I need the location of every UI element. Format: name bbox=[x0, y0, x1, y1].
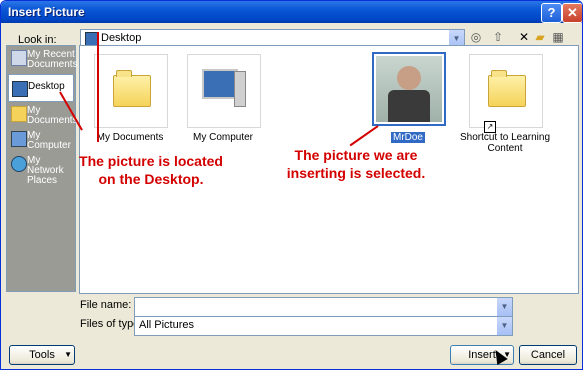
dialog-title: Insert Picture bbox=[8, 5, 85, 19]
file-name-input[interactable]: ▼ bbox=[134, 297, 513, 317]
views-icon[interactable]: ▦ bbox=[551, 30, 565, 44]
annotation-selected: The picture we are inserting is selected… bbox=[286, 147, 426, 181]
computer-icon bbox=[202, 69, 238, 99]
annotation-line bbox=[97, 32, 99, 142]
chevron-down-icon: ▼ bbox=[64, 350, 72, 359]
place-label: Desktop bbox=[28, 81, 65, 92]
person-head bbox=[397, 66, 421, 90]
up-folder-icon[interactable]: ⇧ bbox=[491, 30, 505, 44]
title-bar[interactable]: Insert Picture ? ✕ bbox=[1, 1, 582, 23]
file-type-label: Files of type: bbox=[80, 318, 143, 330]
file-name-label: File name: bbox=[80, 299, 132, 311]
back-icon[interactable]: ◎ bbox=[469, 30, 483, 44]
close-button[interactable]: ✕ bbox=[562, 3, 582, 23]
chevron-down-icon[interactable]: ▼ bbox=[497, 298, 512, 316]
annotation-desktop: The picture is located on the Desktop. bbox=[79, 153, 223, 187]
places-bar: My Recent Documents Desktop My Documents… bbox=[6, 45, 78, 292]
place-label: My Computer bbox=[27, 130, 71, 151]
help-button[interactable]: ? bbox=[541, 3, 562, 23]
computer-tower bbox=[234, 71, 246, 107]
chevron-down-icon[interactable]: ▼ bbox=[497, 317, 512, 335]
place-label: My Network Places bbox=[27, 155, 64, 186]
insert-picture-dialog: Insert Picture ? ✕ Look in: Desktop ▼ ◎ … bbox=[0, 0, 583, 370]
file-label: Shortcut to Learning Content bbox=[459, 132, 551, 154]
network-places-icon bbox=[11, 156, 27, 172]
file-label: My Computer bbox=[192, 132, 253, 143]
person-body bbox=[388, 90, 430, 122]
recent-documents-icon bbox=[11, 50, 27, 66]
my-computer-icon bbox=[11, 131, 27, 147]
look-in-value: Desktop bbox=[101, 32, 142, 44]
thumbnail bbox=[94, 54, 168, 128]
tools-button[interactable]: Tools ▼ bbox=[9, 345, 75, 365]
picture-thumbnail bbox=[376, 56, 442, 122]
file-label: MrDoe bbox=[390, 132, 425, 143]
cancel-button[interactable]: Cancel bbox=[519, 345, 577, 365]
file-label: My Documents bbox=[96, 132, 164, 143]
thumbnail bbox=[187, 54, 261, 128]
place-network[interactable]: My Network Places bbox=[8, 154, 74, 186]
file-type-select[interactable]: All Pictures ▼ bbox=[134, 316, 513, 336]
thumbnail bbox=[372, 52, 446, 126]
folder-icon bbox=[113, 70, 151, 107]
my-documents-icon bbox=[11, 106, 27, 122]
tools-label: Tools bbox=[29, 349, 55, 361]
place-label: My Recent Documents bbox=[27, 49, 78, 70]
file-type-value: All Pictures bbox=[139, 319, 195, 331]
file-list[interactable]: My Documents My Computer MrDoe ↗ Shortcu… bbox=[59, 32, 579, 294]
delete-icon[interactable]: ✕ bbox=[517, 30, 531, 44]
desktop-icon bbox=[12, 81, 28, 97]
file-label-wrap: MrDoe bbox=[358, 132, 458, 143]
new-folder-icon[interactable]: ▰ bbox=[533, 30, 547, 44]
thumbnail: ↗ bbox=[469, 54, 543, 133]
folder-icon bbox=[488, 70, 526, 107]
